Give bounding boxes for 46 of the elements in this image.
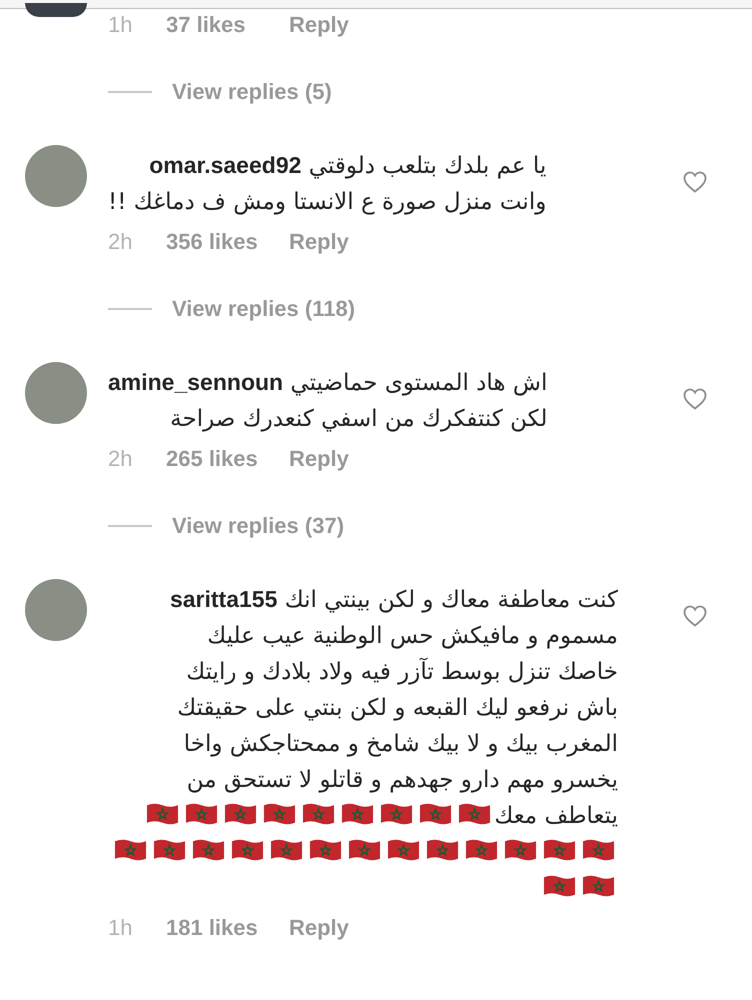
comment-time: 2h — [108, 446, 134, 472]
flag-icon — [543, 874, 576, 898]
flag-icon — [582, 874, 615, 898]
flag-icon — [348, 838, 381, 862]
flag-icon — [270, 838, 303, 862]
reply-link[interactable]: Reply — [289, 229, 349, 255]
view-replies-link[interactable]: View replies (5) — [172, 79, 332, 105]
comment-time: 1h — [108, 915, 134, 941]
comment-time: 1h — [108, 12, 134, 38]
heart-icon[interactable] — [683, 388, 707, 410]
username-link[interactable]: amine_sennoun — [108, 369, 284, 395]
flag-icon — [458, 802, 492, 826]
flag-icon — [387, 838, 420, 862]
likes-count[interactable]: 37 likes — [166, 12, 289, 38]
view-replies-link[interactable]: View replies (37) — [172, 513, 344, 539]
heart-icon[interactable] — [683, 171, 707, 193]
view-replies-link[interactable]: View replies (118) — [172, 296, 356, 322]
flag-icon — [309, 838, 342, 862]
likes-count[interactable]: 265 likes — [166, 446, 289, 472]
flag-icon — [426, 838, 459, 862]
flag-icon — [224, 802, 258, 826]
flag-icon — [380, 802, 414, 826]
flag-icon — [543, 838, 576, 862]
username-link[interactable]: omar.saeed92 — [149, 152, 302, 178]
reply-link[interactable]: Reply — [289, 446, 349, 472]
likes-count[interactable]: 356 likes — [166, 229, 289, 255]
avatar[interactable] — [25, 3, 87, 17]
reply-link[interactable]: Reply — [289, 915, 349, 941]
flag-icon — [153, 838, 186, 862]
username-link[interactable]: saritta155 — [170, 586, 278, 612]
comment-time: 2h — [108, 229, 134, 255]
flag-icon — [192, 838, 225, 862]
flag-icon — [231, 838, 264, 862]
flag-icon — [504, 838, 537, 862]
flag-icon — [419, 802, 452, 826]
flag-icon — [263, 802, 296, 826]
reply-link[interactable]: Reply — [289, 12, 349, 38]
flag-icon — [146, 802, 180, 826]
heart-icon[interactable] — [683, 605, 707, 627]
flag-icon — [185, 802, 218, 826]
flag-icon — [302, 802, 336, 826]
likes-count[interactable]: 181 likes — [166, 915, 289, 941]
flag-icon — [114, 838, 147, 862]
flag-icon — [465, 838, 498, 862]
flag-icon — [341, 802, 374, 826]
flag-icon — [582, 838, 615, 862]
